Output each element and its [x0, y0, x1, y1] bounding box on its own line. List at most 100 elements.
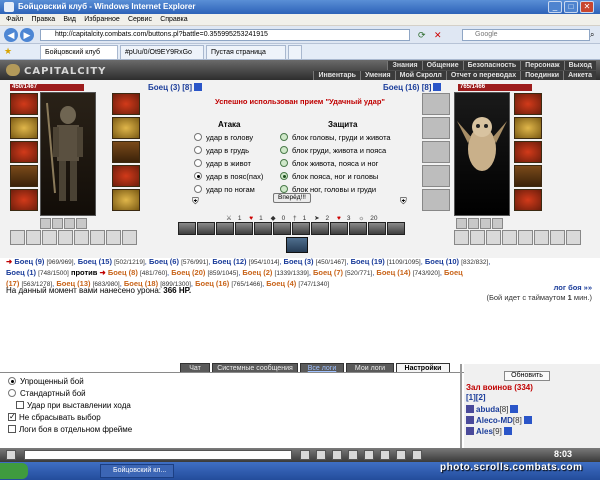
- refresh-icon[interactable]: ⟳: [418, 30, 426, 41]
- info-icon[interactable]: [433, 83, 442, 91]
- empty-slot[interactable]: [422, 117, 450, 139]
- info-icon[interactable]: [510, 405, 519, 413]
- bag-slot[interactable]: [550, 230, 565, 245]
- tab-youtube[interactable]: #pUu/0/Ot9EY9RxGo: [120, 45, 204, 59]
- gloves-slot[interactable]: [112, 117, 140, 139]
- pane-splitter[interactable]: [460, 364, 462, 448]
- trick-icon[interactable]: [254, 222, 272, 235]
- defense-option[interactable]: блок груди, живота и пояса: [280, 145, 386, 156]
- trick-icon[interactable]: [273, 222, 291, 235]
- bag-slot[interactable]: [566, 230, 581, 245]
- fighter-link[interactable]: Боец (4): [266, 279, 296, 288]
- helmet-slot[interactable]: [10, 93, 38, 115]
- menu-help[interactable]: Справка: [160, 14, 187, 26]
- bag-slot[interactable]: [74, 230, 89, 245]
- trick-icon[interactable]: [387, 222, 405, 235]
- radio-icon[interactable]: [194, 133, 202, 141]
- bag-slot[interactable]: [26, 230, 41, 245]
- fighter-link[interactable]: Боец (14): [376, 268, 410, 277]
- player-name[interactable]: Боец (3) [8]: [148, 83, 203, 92]
- new-tab-button[interactable]: [288, 45, 302, 59]
- radio-icon[interactable]: [194, 159, 202, 167]
- send-icon[interactable]: [300, 450, 310, 460]
- nav-skills[interactable]: Умения: [359, 71, 395, 80]
- leggings-slot[interactable]: [112, 189, 140, 211]
- fighter-link[interactable]: Боец (8): [108, 268, 138, 277]
- bag-slot[interactable]: [58, 230, 73, 245]
- minimize-button[interactable]: _: [548, 1, 562, 13]
- belt-slot[interactable]: [10, 189, 38, 211]
- trick-icon[interactable]: [216, 222, 234, 235]
- gloves-slot[interactable]: [514, 117, 542, 139]
- menu-file[interactable]: Файл: [6, 14, 23, 26]
- bag-slot[interactable]: [518, 230, 533, 245]
- smile-icon[interactable]: [316, 450, 326, 460]
- chat-mode-icon[interactable]: [6, 450, 16, 460]
- trick-icon[interactable]: [197, 222, 215, 235]
- fighter-link[interactable]: Боец (9): [14, 257, 44, 266]
- amulet-slot[interactable]: [10, 117, 38, 139]
- bag-slot[interactable]: [486, 230, 501, 245]
- defense-option[interactable]: блок живота, пояса и ног: [280, 158, 378, 169]
- radio-icon[interactable]: [280, 133, 288, 141]
- nav-battles[interactable]: Поединки: [520, 71, 564, 80]
- ring-slot[interactable]: [514, 93, 542, 115]
- stop-icon[interactable]: ✕: [434, 30, 442, 41]
- help-icon[interactable]: [412, 450, 422, 460]
- separate-log-option[interactable]: Логи боя в отдельном фрейме: [8, 424, 132, 436]
- chat-input[interactable]: [24, 450, 292, 460]
- hall-pagination[interactable]: [1][2]: [466, 393, 486, 402]
- nav-security[interactable]: Безопасность: [462, 61, 521, 70]
- radio-icon[interactable]: [280, 185, 288, 193]
- defense-option[interactable]: блок пояса, ног и головы: [280, 171, 378, 182]
- attack-belly[interactable]: удар в живот: [194, 158, 251, 169]
- nav-social[interactable]: Общение: [421, 61, 463, 70]
- clear-icon[interactable]: [348, 450, 358, 460]
- taskbar-item-ie[interactable]: Бойцовский кл...: [100, 464, 174, 478]
- radio-icon[interactable]: [194, 146, 202, 154]
- checkbox-icon[interactable]: [8, 425, 16, 433]
- leggings-slot[interactable]: [514, 189, 542, 211]
- empty-slot[interactable]: [422, 93, 450, 115]
- fighter-link[interactable]: Боец (20): [171, 268, 205, 277]
- special-trick-icon[interactable]: [286, 237, 308, 253]
- radio-icon[interactable]: [280, 172, 288, 180]
- fighter-link[interactable]: Боец: [444, 268, 463, 277]
- armor-slot[interactable]: [10, 165, 38, 187]
- fighter-link[interactable]: Боец (2): [242, 268, 272, 277]
- shield-slot[interactable]: [514, 141, 542, 163]
- search-input[interactable]: Google: [462, 29, 590, 41]
- hall-member[interactable]: Ales[9]: [466, 427, 512, 436]
- radio-icon[interactable]: [8, 377, 16, 385]
- filter-icon[interactable]: [364, 450, 374, 460]
- empty-slot[interactable]: [422, 141, 450, 163]
- weapon-slot[interactable]: [10, 141, 38, 163]
- bag-slot[interactable]: [470, 230, 485, 245]
- url-field[interactable]: http://capitalcity.combats.com/buttons.p…: [40, 29, 410, 41]
- menu-view[interactable]: Вид: [63, 14, 76, 26]
- nav-profile[interactable]: Анкета: [563, 71, 596, 80]
- trick-icon[interactable]: [178, 222, 196, 235]
- enemy-name[interactable]: Боец (16) [8]: [383, 83, 442, 92]
- checkbox-icon[interactable]: [8, 411, 16, 423]
- empty-slot[interactable]: [422, 165, 450, 187]
- settings-icon[interactable]: [396, 450, 406, 460]
- fighter-link[interactable]: Боец (16): [195, 279, 229, 288]
- menu-favorites[interactable]: Избранное: [84, 14, 119, 26]
- boots-slot[interactable]: [514, 165, 542, 187]
- radio-icon[interactable]: [194, 172, 202, 180]
- radio-icon[interactable]: [280, 159, 288, 167]
- fighter-link[interactable]: Боец (15): [78, 257, 112, 266]
- trick-icon[interactable]: [311, 222, 329, 235]
- forward-button[interactable]: ▶: [20, 28, 34, 42]
- attack-legs[interactable]: удар по ногам: [194, 184, 255, 195]
- auto-strike-option[interactable]: Удар при выставлении хода: [16, 400, 132, 412]
- attack-head[interactable]: удар в голову: [194, 132, 253, 143]
- trick-icon[interactable]: [235, 222, 253, 235]
- defense-option[interactable]: блок головы, груди и живота: [280, 132, 391, 143]
- fighter-link[interactable]: Боец (19): [351, 257, 385, 266]
- favorites-star-icon[interactable]: ★: [4, 46, 12, 57]
- boots-slot[interactable]: [112, 165, 140, 187]
- bag-slot[interactable]: [106, 230, 121, 245]
- fighter-link[interactable]: Боец (12): [212, 257, 246, 266]
